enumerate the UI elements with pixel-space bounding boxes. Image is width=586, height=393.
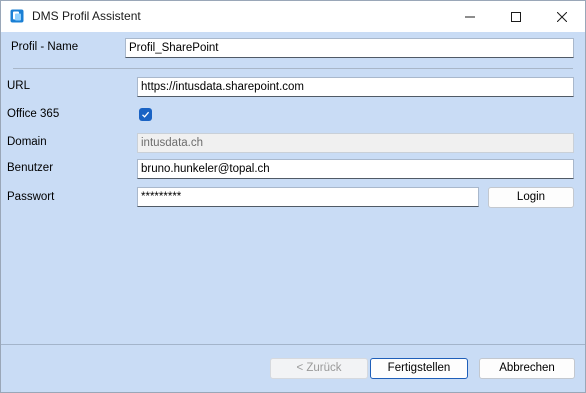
user-field[interactable]: bruno.hunkeler@topal.ch bbox=[137, 159, 574, 179]
dms-app-icon bbox=[10, 9, 24, 23]
profile-name-field[interactable]: Profil_SharePoint bbox=[125, 38, 574, 58]
dialog-body: Profil - Name Profil_SharePoint URL http… bbox=[1, 32, 585, 392]
profile-name-label: Profil - Name bbox=[11, 41, 79, 53]
window-title: DMS Profil Assistent bbox=[32, 9, 141, 23]
domain-field: intusdata.ch bbox=[137, 133, 574, 153]
maximize-button[interactable] bbox=[493, 1, 539, 32]
finish-button[interactable]: Fertigstellen bbox=[370, 358, 468, 379]
minimize-button[interactable] bbox=[447, 1, 493, 32]
office365-checkbox[interactable] bbox=[139, 108, 152, 121]
checkmark-icon bbox=[141, 108, 150, 122]
url-label: URL bbox=[7, 80, 31, 92]
url-field[interactable]: https://intusdata.sharepoint.com bbox=[137, 77, 574, 97]
maximize-icon bbox=[511, 11, 521, 22]
login-button[interactable]: Login bbox=[488, 187, 574, 208]
office365-label: Office 365 bbox=[7, 108, 60, 120]
header-separator bbox=[13, 68, 573, 69]
close-button[interactable] bbox=[539, 1, 585, 32]
password-label: Passwort bbox=[7, 191, 55, 203]
cancel-button[interactable]: Abbrechen bbox=[479, 358, 575, 379]
footer-separator bbox=[1, 344, 585, 345]
dialog-window: DMS Profil Assistent Profil - Name Profi… bbox=[0, 0, 586, 393]
back-button[interactable]: < Zurück bbox=[270, 358, 368, 379]
password-field[interactable]: ********* bbox=[137, 187, 479, 207]
close-icon bbox=[557, 11, 567, 22]
user-label: Benutzer bbox=[7, 162, 54, 174]
title-bar[interactable]: DMS Profil Assistent bbox=[1, 1, 585, 32]
domain-label: Domain bbox=[7, 136, 47, 148]
minimize-icon bbox=[465, 12, 475, 22]
